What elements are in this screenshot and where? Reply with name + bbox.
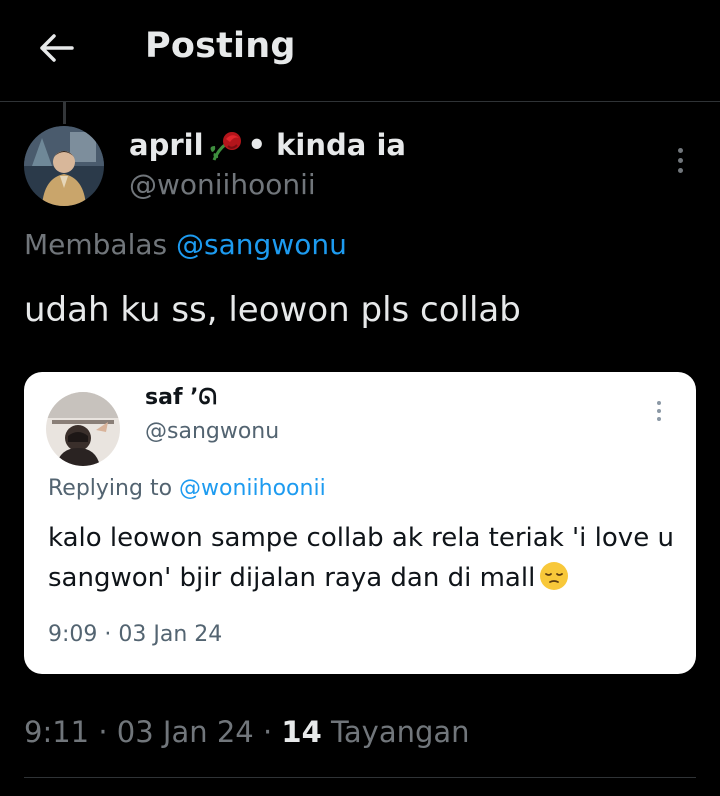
quoted-text-body: kalo leowon sampe collab ak rela teriak … — [48, 523, 674, 593]
quoted-tweet-text: kalo leowon sampe collab ak rela teriak … — [48, 518, 678, 598]
more-options-button[interactable] — [668, 140, 692, 180]
author-display-name[interactable]: april • kinda ia — [129, 128, 406, 162]
avatar-photo — [46, 392, 120, 466]
more-dot-icon — [677, 157, 683, 163]
more-dot-icon — [677, 147, 683, 153]
pensive-face-icon — [540, 562, 569, 590]
replying-label: Membalas — [24, 228, 168, 261]
quoted-more-options-button[interactable] — [651, 396, 667, 426]
more-dot-icon — [657, 409, 661, 413]
page-title: Posting — [145, 26, 296, 66]
replying-to-line: Membalas @sangwonu — [24, 228, 347, 261]
view-label: Tayangan — [330, 715, 470, 749]
back-button[interactable] — [36, 30, 76, 66]
quoted-replying-to-line: Replying to @woniihoonii — [48, 476, 326, 501]
display-name-prefix: april — [129, 128, 204, 162]
more-dot-icon — [677, 167, 683, 173]
quoted-replying-mention-link[interactable]: @woniihoonii — [179, 476, 326, 501]
more-dot-icon — [657, 401, 661, 405]
quoted-author-name[interactable]: saf ’ᘏ — [145, 385, 217, 410]
tweet-timestamp[interactable]: 9:11 · 03 Jan 24 · — [24, 715, 272, 749]
wilted-rose-icon — [210, 132, 241, 161]
more-dot-icon — [657, 417, 661, 421]
author-avatar[interactable] — [24, 126, 104, 206]
display-name-suffix: • kinda ia — [247, 128, 406, 162]
arrow-left-icon — [40, 34, 74, 62]
replying-mention-link[interactable]: @sangwonu — [176, 228, 347, 261]
thread-connector-line — [63, 102, 66, 124]
author-handle[interactable]: @woniihoonii — [129, 168, 316, 201]
quoted-tweet-card[interactable]: saf ’ᘏ @sangwonu Replying to @woniihooni… — [24, 372, 696, 674]
quoted-replying-label: Replying to — [48, 476, 173, 501]
tweet-meta: 9:11 · 03 Jan 24 · 14 Tayangan — [24, 715, 470, 749]
top-app-bar: Posting — [0, 0, 720, 102]
tweet-text: udah ku ss, leowon pls collab — [24, 290, 521, 330]
view-count: 14 — [281, 715, 322, 749]
quoted-timestamp: 9:09 · 03 Jan 24 — [48, 622, 223, 647]
avatar-photo — [24, 126, 104, 206]
quoted-author-avatar[interactable] — [46, 392, 120, 466]
divider — [24, 777, 696, 778]
quoted-author-handle[interactable]: @sangwonu — [145, 419, 279, 444]
